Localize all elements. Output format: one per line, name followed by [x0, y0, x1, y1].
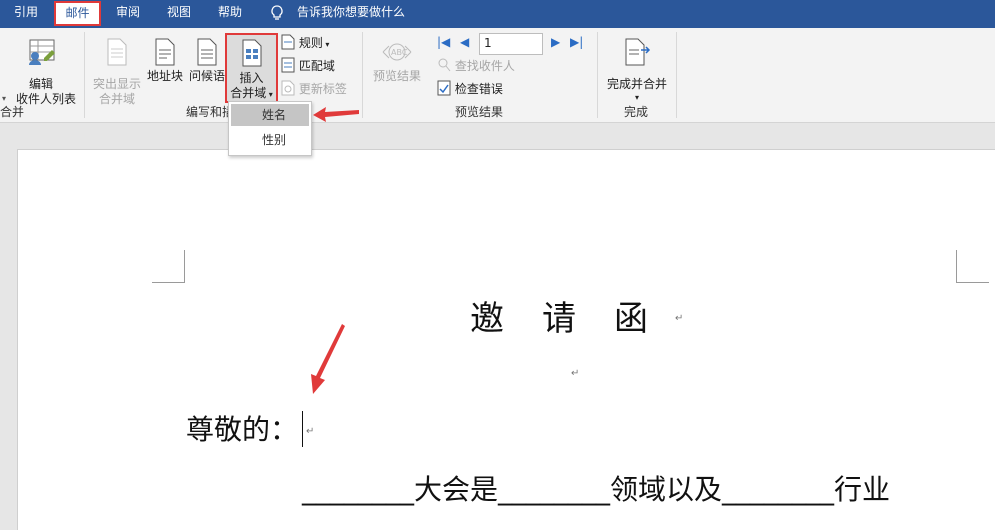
update-labels-label: 更新标签	[298, 82, 347, 96]
document-title: 邀 请 函	[470, 299, 650, 339]
record-number-input[interactable]: 1	[479, 33, 543, 55]
tab-view[interactable]: 视图	[164, 0, 194, 26]
ribbon-tab-bar: 引用 邮件 审阅 视图 帮助 告诉我你想要做什么	[0, 0, 995, 28]
lightbulb-icon	[271, 5, 283, 20]
update-labels-button[interactable]: 更新标签	[281, 80, 347, 98]
highlight-merge-fields-button[interactable]: 突出显示 合并域	[90, 36, 144, 106]
insert-merge-field-icon	[242, 39, 262, 67]
group-write-insert-label: 编写和插	[186, 105, 235, 119]
text-cursor	[302, 411, 303, 447]
dropdown-item-gender[interactable]: 性别	[229, 128, 311, 152]
check-errors-icon	[437, 80, 451, 96]
group-finish-label: 完成	[624, 105, 649, 119]
group-start-mail-merge-label: 合并	[0, 105, 25, 119]
match-fields-label: 匹配域	[298, 59, 335, 73]
insert-merge-field-line2: 合并域 ▾	[230, 86, 273, 100]
edit-recipients-line1: 编辑	[28, 77, 53, 91]
find-recipient-label: 查找收件人	[454, 59, 515, 73]
insert-merge-field-line1: 插入	[239, 71, 264, 85]
address-block-button[interactable]: 地址块	[145, 36, 185, 86]
page-margin-corner	[956, 250, 989, 283]
tab-help[interactable]: 帮助	[215, 0, 245, 26]
update-labels-icon	[281, 80, 295, 96]
match-fields-icon	[281, 57, 295, 73]
annotation-arrow-icon	[313, 107, 359, 122]
record-number-value: 1	[484, 36, 492, 50]
highlight-line2: 合并域	[98, 92, 135, 106]
first-record-icon[interactable]: |◀	[437, 35, 450, 49]
check-errors-button[interactable]: 检查错误	[437, 80, 503, 98]
edit-recipients-icon	[29, 39, 55, 65]
rules-icon	[281, 34, 295, 50]
svg-text:ABC: ABC	[391, 48, 408, 57]
preview-results-label: 预览结果	[372, 69, 421, 83]
rules-button[interactable]: 规则 ▾	[281, 34, 329, 54]
ribbon-separator	[362, 32, 363, 118]
edit-recipients-button[interactable]: 编辑 收件人列表 ▾	[2, 36, 80, 106]
previous-record-icon[interactable]: ◀	[460, 35, 469, 49]
document-page[interactable]: 邀 请 函 ↵ ↵ 尊敬的： ↵ ________大会是________领域以及…	[17, 149, 995, 530]
body-line: ________大会是________领域以及________行业	[302, 473, 891, 506]
tell-me-text: 告诉我你想要做什么	[297, 5, 406, 19]
check-errors-label: 检查错误	[454, 82, 503, 96]
finish-merge-icon	[625, 38, 651, 66]
match-fields-button[interactable]: 匹配域	[281, 57, 335, 75]
tab-references[interactable]: 引用	[11, 0, 41, 26]
merge-field-dropdown: 姓名 性别	[228, 101, 312, 156]
highlight-line1: 突出显示	[92, 77, 141, 91]
preview-abc-icon: ABC	[382, 43, 412, 61]
annotation-arrow-icon	[311, 324, 345, 394]
finish-merge-button[interactable]: 完成并合并 ▾	[603, 36, 671, 102]
next-record-icon[interactable]: ▶	[551, 35, 560, 49]
paragraph-mark: ↵	[675, 313, 684, 324]
find-recipient-icon	[438, 58, 451, 72]
insert-merge-field-button[interactable]: 插入 合并域 ▾	[225, 33, 278, 103]
greeting-line-button[interactable]: 问候语	[187, 36, 227, 86]
ribbon-separator	[597, 32, 598, 118]
ribbon-separator	[676, 32, 677, 118]
ribbon-separator	[84, 32, 85, 118]
paragraph-mark: ↵	[571, 368, 580, 379]
paragraph-mark: ↵	[306, 426, 315, 437]
greeting-line-icon	[197, 38, 217, 66]
page-margin-corner	[152, 250, 185, 283]
preview-results-button[interactable]: ABC 预览结果	[368, 36, 426, 86]
address-block-icon	[155, 38, 175, 66]
document-icon	[107, 38, 127, 66]
greeting-line-label: 问候语	[188, 69, 225, 83]
dropdown-item-name[interactable]: 姓名	[231, 104, 309, 126]
find-recipient-button[interactable]: 查找收件人	[437, 57, 515, 75]
address-block-label: 地址块	[146, 69, 183, 83]
last-record-icon[interactable]: ▶|	[570, 35, 583, 49]
rules-label: 规则	[298, 36, 323, 50]
tab-review[interactable]: 审阅	[113, 0, 143, 26]
group-preview-label: 预览结果	[455, 105, 504, 119]
tab-mailings[interactable]: 邮件	[54, 1, 101, 26]
ribbon-mailings: 编辑 收件人列表 ▾ 合并 突出显示 合并域 地址块 问候语 插入 合并域 ▾ …	[0, 28, 995, 123]
salutation: 尊敬的：	[186, 413, 299, 446]
